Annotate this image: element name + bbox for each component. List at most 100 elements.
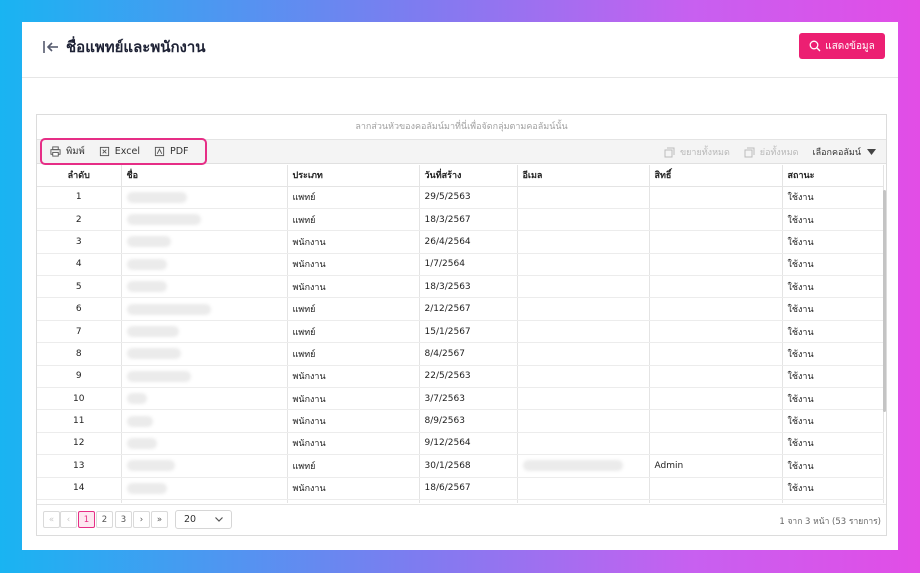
- column-header-role[interactable]: สิทธิ์: [649, 165, 783, 187]
- prev-page-button[interactable]: ‹: [60, 511, 77, 528]
- row-role: [649, 186, 783, 209]
- row-index: 12: [37, 432, 122, 456]
- column-header-created[interactable]: วันที่สร้าง: [419, 165, 518, 187]
- table-row[interactable]: 14 พนักงาน 18/6/2567 ใช้งาน: [37, 477, 884, 500]
- row-role: [649, 409, 783, 433]
- row-index: [37, 499, 122, 503]
- column-chooser-label: เลือกคอลัมน์: [812, 148, 861, 158]
- table-row[interactable]: [37, 499, 884, 503]
- row-name: [121, 230, 288, 254]
- table-row[interactable]: 1 แพทย์ 29/5/2563 ใช้งาน: [37, 186, 884, 209]
- row-role: [649, 208, 783, 232]
- data-grid: ลากส่วนหัวของคอลัมน์มาที่นี่เพื่อจัดกลุ่…: [36, 114, 887, 536]
- column-header-status[interactable]: สถานะ: [782, 165, 884, 187]
- table-row[interactable]: 5 พนักงาน 18/3/2563 ใช้งาน: [37, 275, 884, 299]
- row-created: [419, 499, 518, 503]
- row-created: 2/12/2567: [419, 297, 518, 321]
- row-type: พนักงาน: [287, 365, 420, 389]
- table-row[interactable]: 6 แพทย์ 2/12/2567 ใช้งาน: [37, 297, 884, 321]
- row-role: [649, 387, 783, 411]
- row-index: 5: [37, 275, 122, 299]
- redacted-name: [126, 460, 175, 472]
- row-type: แพทย์: [287, 320, 420, 344]
- row-created: 30/1/2568: [419, 454, 518, 478]
- row-type: แพทย์: [287, 342, 420, 366]
- row-created: 9/12/2564: [419, 432, 518, 456]
- column-header-email[interactable]: อีเมล: [517, 165, 650, 187]
- group-panel[interactable]: ลากส่วนหัวของคอลัมน์มาที่นี่เพื่อจัดกลุ่…: [37, 115, 886, 140]
- redacted-name: [126, 393, 147, 405]
- next-page-button[interactable]: ›: [133, 511, 150, 528]
- first-page-button[interactable]: «: [43, 511, 60, 528]
- pdf-button[interactable]: PDF: [154, 146, 188, 157]
- row-name: [121, 253, 288, 277]
- row-index: 1: [37, 186, 122, 209]
- row-role: Admin: [649, 454, 783, 478]
- table-row[interactable]: 4 พนักงาน 1/7/2564 ใช้งาน: [37, 253, 884, 277]
- page-size-value: 20: [184, 514, 197, 525]
- row-status: ใช้งาน: [782, 387, 884, 411]
- last-page-button[interactable]: »: [151, 511, 168, 528]
- header-row: ลำดับ ชื่อ ประเภท วันที่สร้าง อีเมล สิทธ…: [37, 165, 884, 187]
- show-data-button[interactable]: แสดงข้อมูล: [799, 33, 885, 59]
- expand-all-button[interactable]: ขยายทั้งหมด: [664, 145, 730, 159]
- excel-button[interactable]: Excel: [99, 146, 140, 157]
- row-status: ใช้งาน: [782, 208, 884, 232]
- row-email: [517, 186, 650, 209]
- table-row[interactable]: 10 พนักงาน 3/7/2563 ใช้งาน: [37, 387, 884, 411]
- excel-file-icon: [99, 146, 109, 157]
- redacted-name: [126, 258, 167, 270]
- table-row[interactable]: 2 แพทย์ 18/3/2567 ใช้งาน: [37, 208, 884, 232]
- redacted-email: [522, 460, 623, 472]
- row-role: [649, 477, 783, 500]
- row-email: [517, 499, 650, 503]
- print-button[interactable]: พิมพ์: [50, 144, 85, 159]
- row-type: แพทย์: [287, 297, 420, 321]
- page-header: ชื่อแพทย์และพนักงาน แสดงข้อมูล: [22, 22, 898, 78]
- row-type: [287, 499, 420, 503]
- row-name: [121, 208, 288, 232]
- row-role: [649, 342, 783, 366]
- pdf-file-icon: [154, 146, 165, 157]
- row-role: [649, 365, 783, 389]
- chevron-down-icon: [215, 517, 223, 522]
- row-status: [782, 499, 884, 503]
- row-status: ใช้งาน: [782, 432, 884, 456]
- table-row[interactable]: 7 แพทย์ 15/1/2567 ใช้งาน: [37, 320, 884, 344]
- grid-right-tools: ขยายทั้งหมด ย่อทั้งหมด เลือกคอลัมน์: [664, 140, 876, 164]
- row-name: [121, 297, 288, 321]
- page-size-select[interactable]: 20: [175, 510, 232, 529]
- table-row[interactable]: 9 พนักงาน 22/5/2563 ใช้งาน: [37, 365, 884, 389]
- table-row[interactable]: 8 แพทย์ 8/4/2567 ใช้งาน: [37, 342, 884, 366]
- table-row[interactable]: 3 พนักงาน 26/4/2564 ใช้งาน: [37, 230, 884, 254]
- row-name: [121, 409, 288, 433]
- scrollbar-thumb[interactable]: [883, 190, 886, 412]
- collapse-all-button[interactable]: ย่อทั้งหมด: [744, 145, 799, 159]
- row-name: [121, 186, 288, 209]
- column-chooser-button[interactable]: เลือกคอลัมน์: [813, 145, 876, 159]
- page-button-2[interactable]: 2: [96, 511, 113, 528]
- row-type: พนักงาน: [287, 387, 420, 411]
- row-email: [517, 230, 650, 254]
- collapse-all-label: ย่อทั้งหมด: [759, 148, 799, 158]
- table-row[interactable]: 13 แพทย์ 30/1/2568 Admin ใช้งาน: [37, 454, 884, 478]
- redacted-name: [126, 437, 157, 449]
- page-button-3[interactable]: 3: [115, 511, 132, 528]
- column-header-type[interactable]: ประเภท: [287, 165, 420, 187]
- row-status: ใช้งาน: [782, 365, 884, 389]
- row-name: [121, 387, 288, 411]
- redacted-name: [126, 415, 153, 427]
- column-header-index[interactable]: ลำดับ: [37, 165, 122, 187]
- row-email: [517, 365, 650, 389]
- column-header-name[interactable]: ชื่อ: [121, 165, 288, 187]
- collapse-icon: [744, 147, 755, 157]
- back-icon[interactable]: [42, 38, 60, 56]
- row-email: [517, 477, 650, 500]
- table-row[interactable]: 12 พนักงาน 9/12/2564 ใช้งาน: [37, 432, 884, 456]
- row-type: พนักงาน: [287, 432, 420, 456]
- row-role: [649, 253, 783, 277]
- page-button-1[interactable]: 1: [78, 511, 95, 528]
- row-email: [517, 320, 650, 344]
- table-row[interactable]: 11 พนักงาน 8/9/2563 ใช้งาน: [37, 409, 884, 433]
- row-created: 8/9/2563: [419, 409, 518, 433]
